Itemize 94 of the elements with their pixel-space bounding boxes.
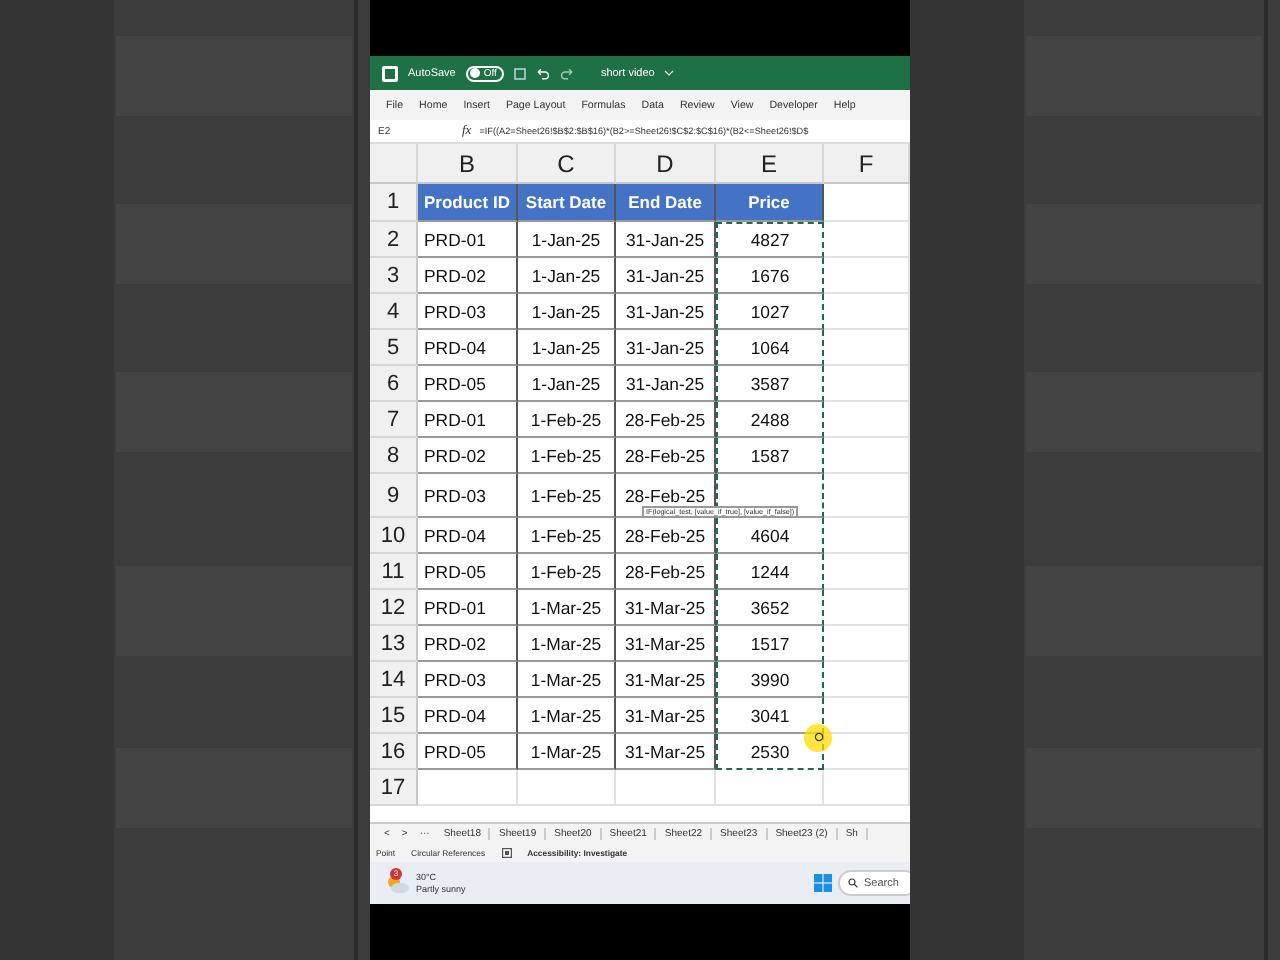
header-cell: Price — [716, 184, 824, 222]
table-cell: 28-Feb-25 — [616, 402, 716, 438]
table-cell: 1676 — [716, 258, 824, 294]
row-header[interactable]: 1 — [370, 184, 418, 222]
table-cell: 1-Jan-25 — [518, 222, 616, 258]
row-header[interactable]: 15 — [370, 698, 418, 734]
column-header[interactable]: D — [616, 144, 716, 184]
row-header[interactable]: 3 — [370, 258, 418, 294]
search-icon — [848, 878, 858, 888]
table-cell: PRD-02 — [418, 626, 518, 662]
table-cell: 31-Jan-25 — [616, 222, 716, 258]
header-cell: Start Date — [518, 184, 616, 222]
row-header[interactable]: 6 — [370, 366, 418, 402]
table-cell: 31-Mar-25 — [616, 626, 716, 662]
table-cell: 1-Feb-25 — [518, 554, 616, 590]
table-cell: 2488 — [716, 402, 824, 438]
undo-icon[interactable] — [536, 67, 551, 79]
row-header[interactable]: 8 — [370, 438, 418, 474]
table-cell: 1-Jan-25 — [518, 330, 616, 366]
column-header[interactable]: F — [824, 144, 910, 184]
table-cell: 1-Jan-25 — [518, 366, 616, 402]
table-cell: 1-Feb-25 — [518, 438, 616, 474]
table-cell: 28-Feb-25 — [616, 554, 716, 590]
table-cell: 3990 — [716, 662, 824, 698]
table-cell: PRD-04 — [418, 518, 518, 554]
caret-icon[interactable] — [664, 70, 675, 76]
table-cell: 31-Mar-25 — [616, 590, 716, 626]
column-header[interactable]: C — [518, 144, 616, 184]
column-header[interactable]: E — [716, 144, 824, 184]
table-cell: 3652 — [716, 590, 824, 626]
table-cell: 31-Mar-25 — [616, 734, 716, 770]
row-header[interactable]: 13 — [370, 626, 418, 662]
table-cell: PRD-01 — [418, 222, 518, 258]
table-cell: PRD-01 — [418, 590, 518, 626]
row-header[interactable]: 17 — [370, 770, 418, 806]
header-cell: Product ID — [418, 184, 518, 222]
table-cell: 1-Mar-25 — [518, 698, 616, 734]
empty-cell — [616, 770, 716, 806]
table-cell: 28-Feb-25 — [616, 518, 716, 554]
table-cell: 1244 — [716, 554, 824, 590]
row-header[interactable]: 9 — [370, 474, 418, 518]
row-header[interactable]: 11 — [370, 554, 418, 590]
macro-icon[interactable] — [501, 848, 512, 858]
table-cell: 1-Feb-25 — [518, 474, 616, 518]
table-cell: PRD-05 — [418, 554, 518, 590]
row-header[interactable]: 14 — [370, 662, 418, 698]
row-header[interactable]: 5 — [370, 330, 418, 366]
row-header[interactable]: 16 — [370, 734, 418, 770]
table-cell: 3041 — [716, 698, 824, 734]
table-cell: PRD-01 — [418, 402, 518, 438]
row-header[interactable]: 7 — [370, 402, 418, 438]
table-cell: PRD-03 — [418, 294, 518, 330]
table-cell: 1-Mar-25 — [518, 590, 616, 626]
table-cell: PRD-02 — [418, 438, 518, 474]
table-cell: 1517 — [716, 626, 824, 662]
table-cell: 31-Jan-25 — [616, 330, 716, 366]
table-cell: 31-Jan-25 — [616, 294, 716, 330]
row-header[interactable]: 4 — [370, 294, 418, 330]
table-cell: 31-Jan-25 — [616, 366, 716, 402]
table-cell: PRD-05 — [418, 366, 518, 402]
redo-icon[interactable] — [560, 67, 575, 79]
table-cell: 28-Feb-25 — [616, 438, 716, 474]
table-cell: 4604 — [716, 518, 824, 554]
spreadsheet-app-icon — [382, 65, 398, 81]
table-cell: PRD-04 — [418, 698, 518, 734]
table-cell: PRD-03 — [418, 474, 518, 518]
table-cell: 1-Mar-25 — [518, 662, 616, 698]
header-cell: End Date — [616, 184, 716, 222]
windows-start-icon[interactable] — [814, 874, 832, 892]
table-cell: 1-Jan-25 — [518, 258, 616, 294]
empty-cell — [518, 770, 616, 806]
table-cell: 1-Feb-25 — [518, 518, 616, 554]
row-header[interactable]: 10 — [370, 518, 418, 554]
table-cell: 1064 — [716, 330, 824, 366]
table-cell: 31-Mar-25 — [616, 698, 716, 734]
table-cell: 1-Jan-25 — [518, 294, 616, 330]
save-icon[interactable] — [514, 67, 527, 79]
table-cell: 31-Jan-25 — [616, 258, 716, 294]
table-cell: PRD-03 — [418, 662, 518, 698]
table-cell: 1-Mar-25 — [518, 626, 616, 662]
table-cell: 1-Feb-25 — [518, 402, 616, 438]
table-cell: PRD-05 — [418, 734, 518, 770]
table-cell: 4827 — [716, 222, 824, 258]
row-header[interactable]: 2 — [370, 222, 418, 258]
table-cell: 1587 — [716, 438, 824, 474]
table-cell: PRD-02 — [418, 258, 518, 294]
row-header[interactable]: 12 — [370, 590, 418, 626]
empty-cell — [716, 770, 824, 806]
column-header[interactable]: B — [418, 144, 518, 184]
table-cell: 1027 — [716, 294, 824, 330]
table-cell: 1-Mar-25 — [518, 734, 616, 770]
table-cell: 3587 — [716, 366, 824, 402]
table-cell: PRD-04 — [418, 330, 518, 366]
table-cell: 31-Mar-25 — [616, 662, 716, 698]
